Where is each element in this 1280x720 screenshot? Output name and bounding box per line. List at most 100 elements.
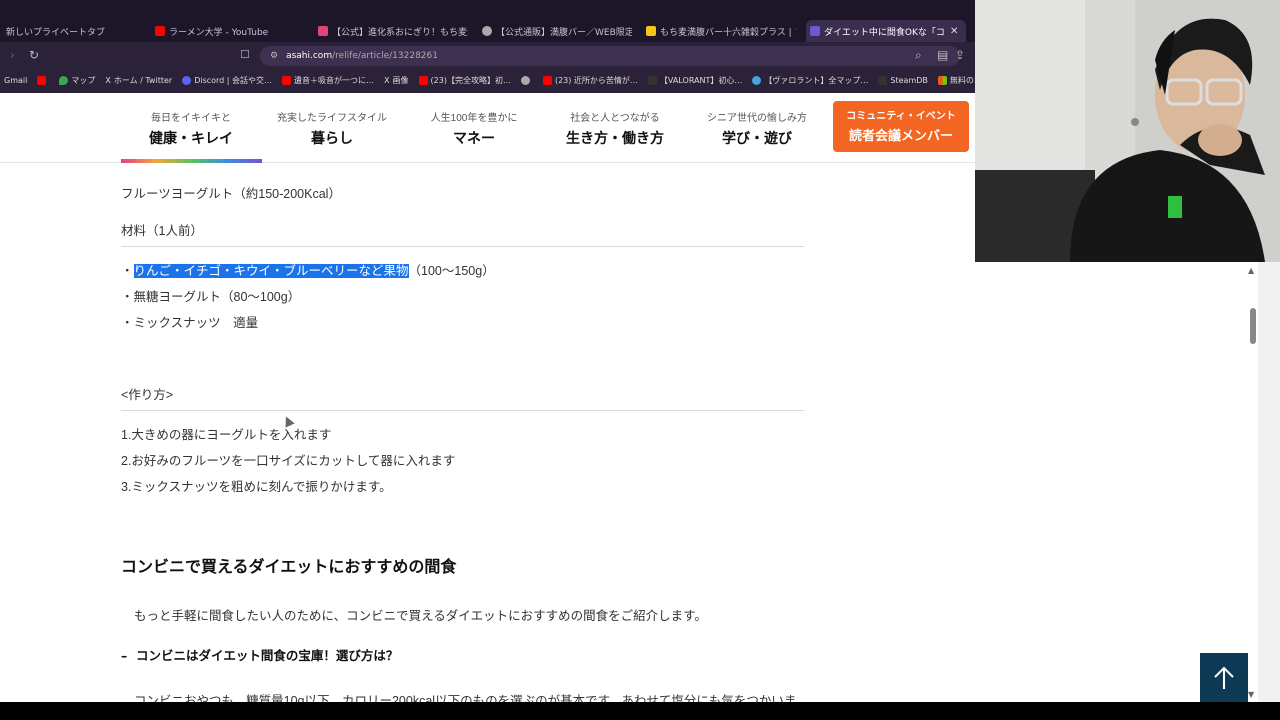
- site-info-icon[interactable]: ⚙: [270, 51, 278, 61]
- bookmark-label: 無料のオンライン…: [949, 75, 975, 85]
- scrollbar-track[interactable]: [1258, 262, 1280, 702]
- ingredient-item: ・りんご・イチゴ・キウイ・ブルーベリーなど果物（100～150g）: [121, 260, 495, 279]
- nav-sub: 毎日をイキイキと: [151, 113, 231, 124]
- section-intro: もっと手軽に間食したい人のために、コンビニで買えるダイエットにおすすめの間食をご…: [134, 609, 707, 623]
- step-item: 2.お好みのフルーツを一口サイズにカットして器に入れます: [121, 454, 456, 468]
- bookmark-soundproof[interactable]: 遺音＋吸音が一つに…: [282, 75, 374, 86]
- step-item: 1.大きめの器にヨーグルトを入れます: [121, 428, 332, 442]
- ingredient-item: ・ミックスナッツ 適量: [121, 316, 259, 330]
- browser-chrome: 新しいプライベートタブ ラーメン大学 - YouTube 【公式】進化系おにぎり…: [0, 0, 975, 93]
- bookmark-complaint[interactable]: (23) 近所から苦情が…: [542, 75, 638, 86]
- bookmark-twitter[interactable]: X ホーム / Twitter: [105, 75, 172, 86]
- step-item: 3.ミックスナッツを粗めに刻んで振りかけます。: [121, 480, 392, 494]
- bottom-bar: [0, 702, 1280, 720]
- bookmark-label: 【ヴァロラント】全マップ…: [764, 75, 869, 85]
- scroll-down-icon[interactable]: ▼: [1248, 690, 1254, 699]
- url-domain: asahi.com: [286, 51, 333, 61]
- tab-private[interactable]: 新しいプライベートタブ: [6, 20, 146, 42]
- steps-heading: <作り方>: [121, 388, 174, 402]
- toolbar: › ↻ ☐ ⚙ asahi.com /relife/article/132282…: [0, 42, 975, 70]
- tab-label: 【公式通販】満腹バー／WEB限定 お得な…: [496, 27, 632, 38]
- nav-work[interactable]: 社会と人とつながる 生き方・働き方: [545, 109, 685, 148]
- reload-icon[interactable]: ↻: [29, 48, 39, 62]
- tab-label: ダイエット中に間食OKな「コンビニおや…: [824, 27, 944, 38]
- steamdb-icon: [878, 75, 888, 85]
- bookmark-steamdb[interactable]: SteamDB: [878, 75, 928, 85]
- cutoff-paragraph: コンビニおやつも、糖質量10g以下、カロリー200kcal以下のものを選ぶのが基…: [134, 694, 797, 702]
- discord-icon: [182, 75, 192, 85]
- tab-label: もち麦満腹バー十六雑穀プラス | マツキヨ…: [660, 27, 796, 38]
- bookmark-label: ホーム / Twitter: [113, 75, 173, 85]
- bookmark-label: SteamDB: [890, 75, 928, 85]
- scroll-up-icon[interactable]: ▲: [1248, 266, 1254, 275]
- bookmark-globe[interactable]: [520, 75, 533, 85]
- bookmark-discord[interactable]: Discord | 会話や交…: [182, 75, 272, 86]
- nav-sub: シニア世代の愉しみ方: [707, 113, 807, 124]
- bookmark-label: 画像: [392, 75, 409, 85]
- scrollbar-thumb[interactable]: [1250, 308, 1256, 344]
- tab-label: ラーメン大学 - YouTube: [169, 27, 269, 38]
- tab-matsukiyo[interactable]: もち麦満腹バー十六雑穀プラス | マツキヨ…: [646, 20, 796, 42]
- youtube-icon: [542, 75, 552, 85]
- section-heading: コンビニで買えるダイエットにおすすめの間食: [121, 557, 457, 576]
- youtube-icon: [155, 26, 165, 36]
- reader-icon[interactable]: ▤: [937, 48, 948, 62]
- bookmark-label: 【VALORANT】初心…: [659, 75, 743, 85]
- x-icon: X: [105, 75, 111, 85]
- valorant-icon: [647, 75, 657, 85]
- bookmark-icon[interactable]: ☐: [240, 48, 250, 61]
- forward-icon[interactable]: ›: [10, 48, 15, 62]
- nav-living[interactable]: 充実したライフスタイル 暮らし: [262, 109, 402, 148]
- globe-icon: [520, 75, 530, 85]
- close-icon[interactable]: ✕: [950, 26, 958, 37]
- nav-money[interactable]: 人生100年を豊かに マネー: [404, 109, 544, 148]
- subheading-text: コンビニはダイエット間食の宝庫！選び方は？: [135, 648, 399, 663]
- nav-health[interactable]: 毎日をイキイキと 健康・キレイ: [121, 109, 261, 148]
- youtube-icon: [418, 75, 428, 85]
- tab-youtube[interactable]: ラーメン大学 - YouTube: [155, 20, 305, 42]
- bookmark-free-online[interactable]: 無料のオンライン…: [937, 75, 975, 86]
- nav-main: 学び・遊び: [722, 131, 792, 147]
- site-icon: [646, 26, 656, 36]
- nav-main: マネー: [453, 131, 495, 147]
- back-to-top-button[interactable]: [1200, 653, 1248, 702]
- ingredient-item: ・無糖ヨーグルト（80～100g）: [121, 290, 301, 304]
- bookmark-label: (23)【完全攻略】初…: [430, 75, 511, 85]
- bookmark-valorant-maps[interactable]: 【ヴァロラント】全マップ…: [752, 75, 868, 86]
- tab-onigiri[interactable]: 【公式】進化系おにぎり！もち麦満腹バ…: [318, 20, 468, 42]
- divider: [121, 246, 804, 247]
- cta-line1: コミュニティ・イベント: [846, 111, 956, 122]
- selected-text[interactable]: りんご・イチゴ・キウイ・ブルーベリーなど果物: [133, 264, 409, 278]
- bookmark-images[interactable]: X 画像: [384, 75, 408, 86]
- webcam-overlay: [975, 0, 1280, 262]
- nav-main: 暮らし: [311, 131, 353, 147]
- nav-main: 生き方・働き方: [566, 131, 664, 147]
- cta-line2: 読者会議メンバー: [848, 129, 953, 144]
- arrow-up-icon: [1214, 666, 1234, 689]
- bookmark-valorant[interactable]: 【VALORANT】初心…: [647, 75, 743, 86]
- bookmark-label: Gmail: [4, 75, 28, 85]
- tab-active-article[interactable]: ダイエット中に間食OKな「コンビニおや… ✕: [806, 20, 966, 42]
- bookmark-maps[interactable]: マップ: [59, 75, 95, 86]
- webcam-person-image: [975, 0, 1280, 262]
- address-bar[interactable]: ⚙ asahi.com /relife/article/13228261: [260, 46, 960, 66]
- share-icon[interactable]: ⇪: [955, 48, 965, 62]
- map-pin-icon: [59, 75, 69, 85]
- community-cta-button[interactable]: コミュニティ・イベント 読者会議メンバー: [833, 101, 969, 152]
- ingredient-amount: （100～150g）: [408, 264, 495, 278]
- site-icon: [318, 26, 328, 36]
- globe-icon: [482, 26, 492, 36]
- bookmark-guide[interactable]: (23)【完全攻略】初…: [418, 75, 511, 86]
- nav-sub: 充実したライフスタイル: [277, 113, 387, 124]
- microsoft-icon: [937, 75, 947, 85]
- zoom-icon[interactable]: ⌕: [915, 48, 922, 63]
- bookmarks-bar: Gmail マップ X ホーム / Twitter Discord | 会話や交……: [0, 70, 975, 90]
- bookmark-gmail[interactable]: Gmail: [4, 76, 27, 85]
- nav-active-underline: [121, 159, 262, 163]
- bookmark-youtube[interactable]: [37, 75, 49, 85]
- tab-shop[interactable]: 【公式通販】満腹バー／WEB限定 お得な…: [482, 20, 632, 42]
- url-path: /relife/article/13228261: [332, 51, 438, 61]
- site-icon: [810, 26, 820, 36]
- nav-learning[interactable]: シニア世代の愉しみ方 学び・遊び: [687, 109, 827, 148]
- subheading-marker: –: [121, 648, 128, 663]
